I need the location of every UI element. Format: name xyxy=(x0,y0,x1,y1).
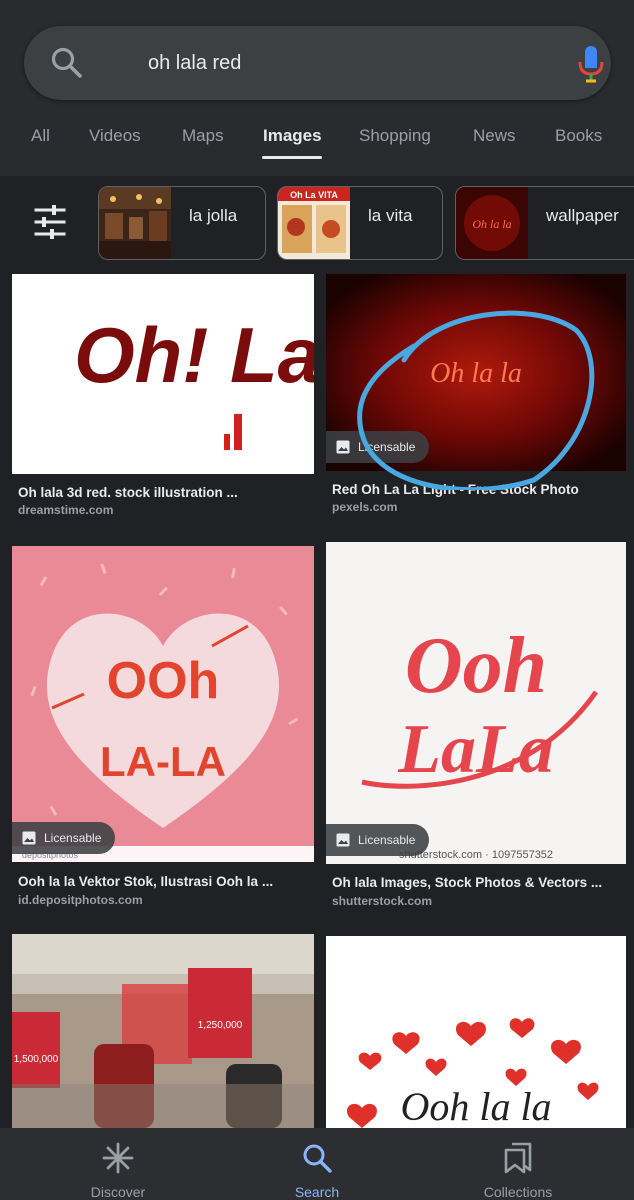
annotation-circle xyxy=(357,310,595,490)
image-text-1: Ooh xyxy=(405,622,547,710)
chip-wallpaper[interactable]: Oh la la wallpaper xyxy=(455,186,634,260)
price-tag-text-2: 1,500,000 xyxy=(14,1054,59,1065)
image-result[interactable]: Oh la la Licensable Red Oh La La Light -… xyxy=(326,274,626,524)
result-image[interactable]: Ooh LaLa shutterstock.com · 1097557352 xyxy=(326,542,626,864)
licensable-badge: Licensable xyxy=(326,824,430,856)
image-icon xyxy=(22,831,36,845)
badge-label: Licensable xyxy=(358,833,416,847)
top-bar: oh lala red All Videos Maps Images Shopp… xyxy=(0,0,634,176)
result-title[interactable]: Ooh la la Vektor Stok, Ilustrasi Ooh la … xyxy=(18,874,273,889)
chip-thumb-text: Oh la la xyxy=(472,217,511,231)
tab-news[interactable]: News xyxy=(473,126,516,146)
badge-label: Licensable xyxy=(44,831,102,845)
result-image[interactable]: 1,250,000 1,500,000 xyxy=(12,934,314,1128)
tab-books[interactable]: Books xyxy=(555,126,602,146)
chip-la-jolla[interactable]: la jolla xyxy=(98,186,266,260)
licensable-badge: Licensable xyxy=(12,822,116,854)
tune-filters-icon[interactable] xyxy=(30,204,70,240)
chip-thumbnail xyxy=(99,187,171,259)
chip-label: wallpaper xyxy=(546,206,619,225)
tab-images[interactable]: Images xyxy=(263,126,322,146)
result-title[interactable]: Oh lala 3d red. stock illustration ... xyxy=(18,485,238,500)
image-text-2: LA-LA xyxy=(100,738,226,785)
tab-maps[interactable]: Maps xyxy=(182,126,224,146)
tab-shopping[interactable]: Shopping xyxy=(359,126,431,146)
image-text: Ooh la la xyxy=(400,1084,551,1128)
microphone-icon[interactable] xyxy=(576,44,606,84)
chip-la-vita[interactable]: Oh La VITA la vita xyxy=(277,186,443,260)
related-search-chips: la jolla Oh La VITA la vita Oh la la wal… xyxy=(0,176,634,268)
result-source: shutterstock.com xyxy=(332,894,433,908)
image-result[interactable]: Ooh la la xyxy=(326,936,626,1128)
search-input[interactable]: oh lala red xyxy=(148,26,241,100)
search-bar[interactable]: oh lala red xyxy=(24,26,611,100)
search-icon[interactable] xyxy=(50,46,84,80)
chip-label: la vita xyxy=(368,206,413,225)
result-source: pexels.com xyxy=(332,500,398,514)
collections-bookmark-icon xyxy=(504,1142,532,1174)
price-tag-text-1: 1,250,000 xyxy=(198,1020,243,1031)
chip-thumbnail: Oh la la xyxy=(456,187,528,259)
bottom-navigation: Discover Search Collections xyxy=(0,1128,634,1200)
nav-label: Discover xyxy=(90,1184,146,1200)
nav-label: Collections xyxy=(483,1184,553,1200)
image-result[interactable]: OOh LA-LA depositphotos Licensable Ooh l… xyxy=(12,546,314,916)
image-icon xyxy=(336,833,350,847)
nav-label: Search xyxy=(294,1184,340,1200)
search-icon xyxy=(303,1144,332,1173)
image-result[interactable]: 1,250,000 1,500,000 xyxy=(12,934,314,1128)
result-image[interactable]: Oh! La la Oh! La la xyxy=(12,274,314,474)
tab-all[interactable]: All xyxy=(31,126,50,146)
discover-asterisk-icon xyxy=(102,1142,134,1174)
result-source: id.depositphotos.com xyxy=(18,893,143,907)
result-title[interactable]: Oh lala Images, Stock Photos & Vectors .… xyxy=(332,875,602,890)
image-text-1: OOh xyxy=(107,652,220,710)
chip-thumbnail: Oh La VITA xyxy=(278,187,350,259)
tab-videos[interactable]: Videos xyxy=(89,126,141,146)
chip-label: la jolla xyxy=(189,206,238,225)
image-result[interactable]: Ooh LaLa shutterstock.com · 1097557352 L… xyxy=(326,542,626,916)
chip-thumb-text: Oh La VITA xyxy=(290,190,338,200)
active-tab-indicator xyxy=(262,156,322,159)
result-image[interactable]: Ooh la la xyxy=(326,936,626,1128)
image-result[interactable]: Oh! La la Oh! La la Oh lala 3d red. stoc… xyxy=(12,274,314,524)
search-tabs: All Videos Maps Images Shopping News Boo… xyxy=(0,118,634,162)
result-image[interactable]: OOh LA-LA depositphotos xyxy=(12,546,314,862)
result-source: dreamstime.com xyxy=(18,503,114,517)
